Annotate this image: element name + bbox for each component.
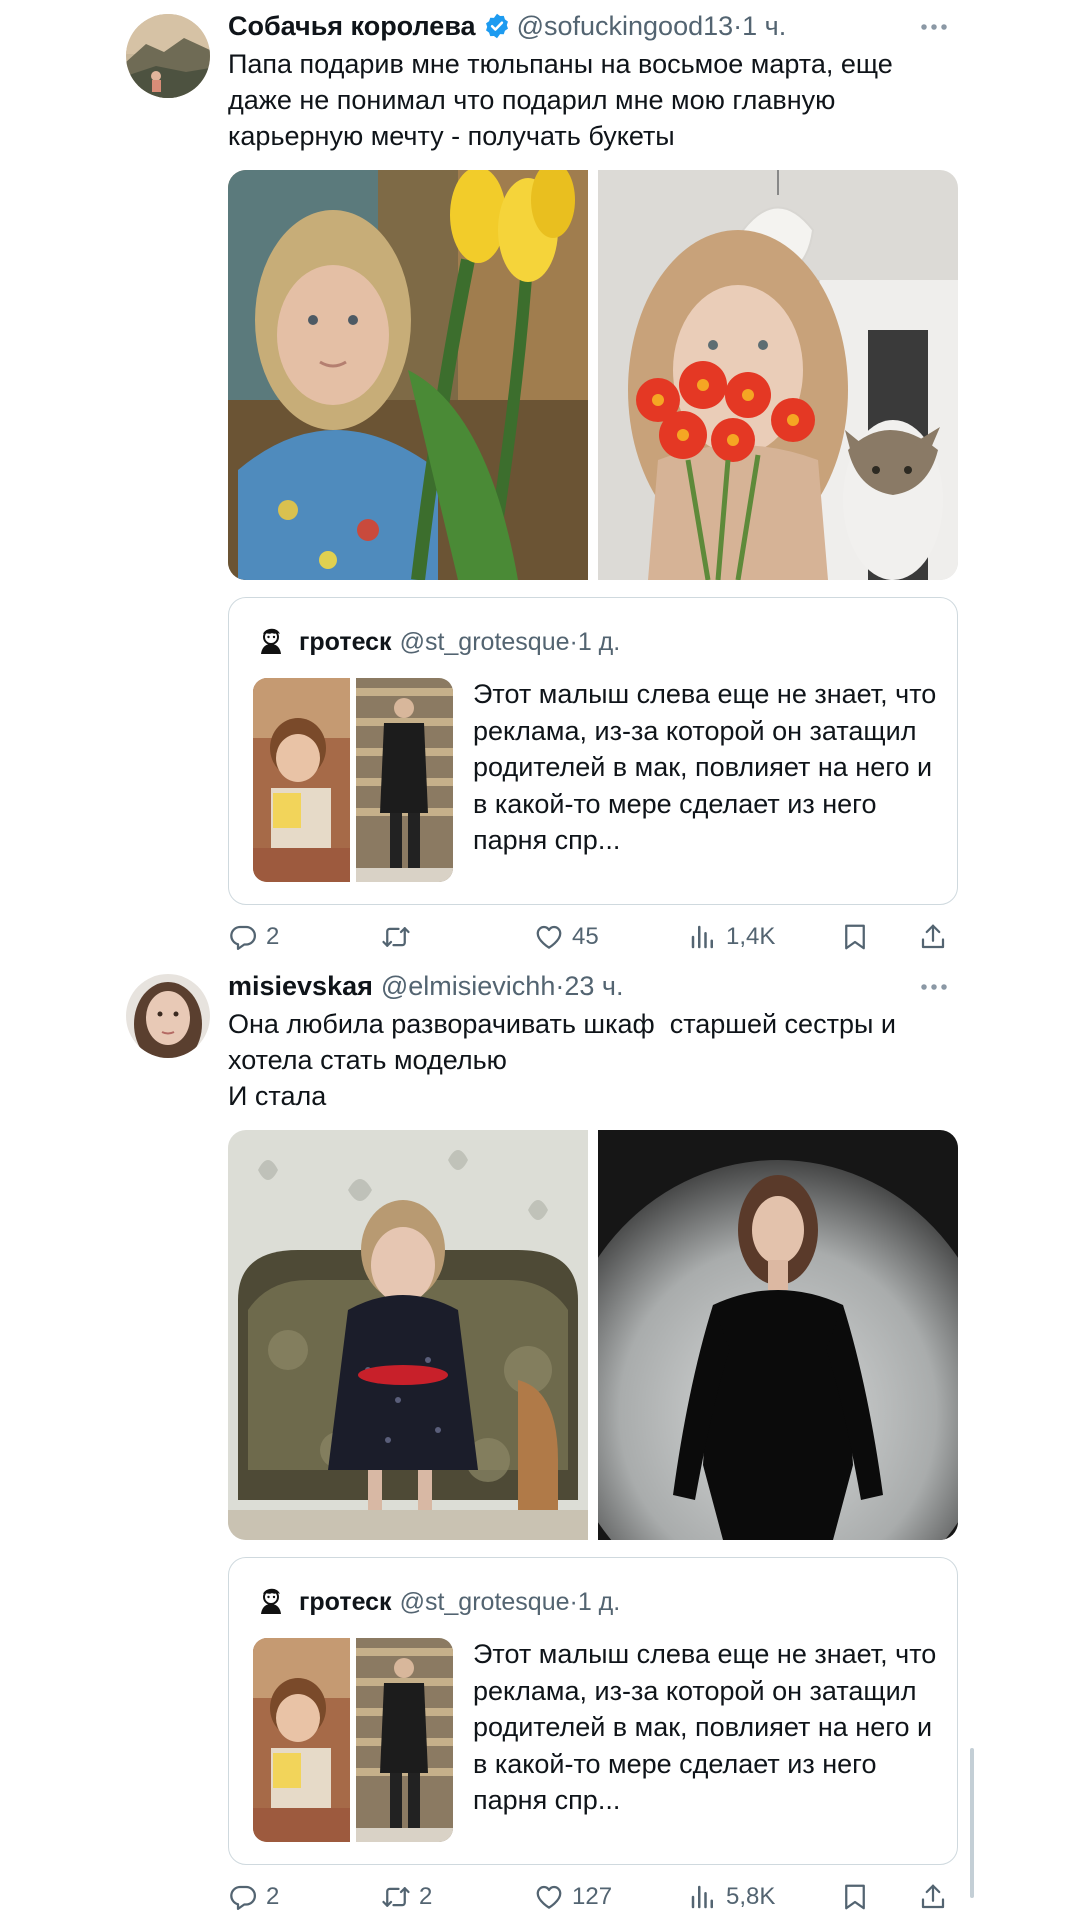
author-handle[interactable]: @elmisievichh [381,971,555,1002]
author-name[interactable]: misievskaя [228,971,373,1002]
quote-timestamp[interactable]: 1 д. [578,1588,620,1617]
share-icon [918,922,948,952]
photo[interactable] [228,1130,588,1540]
reply-icon [228,922,258,952]
bookmark-icon [840,1882,870,1912]
quote-text: Этот малыш слева еще не знает, что рекла… [473,679,937,855]
separator: · [569,1587,578,1616]
bookmark-button[interactable] [840,1877,870,1917]
like-icon [534,1882,564,1912]
quote-header: гротеск @st_grotesque · 1 д. [253,624,620,660]
views-button[interactable]: 1,4K [688,917,775,957]
quote-header: гротеск @st_grotesque · 1 д. [253,1584,620,1620]
verified-icon [483,12,511,40]
retweet-count: 2 [419,1883,433,1910]
quote-photo[interactable] [356,678,453,882]
reply-icon [228,1882,258,1912]
photo[interactable] [598,1130,958,1540]
views-icon [688,1882,718,1912]
bookmark-button[interactable] [840,917,870,957]
avatar[interactable] [126,974,210,1058]
avatar[interactable] [126,14,210,98]
timestamp[interactable]: 23 ч. [564,971,623,1002]
author-handle[interactable]: @sofuckingood13 [517,11,734,42]
quote-timestamp[interactable]: 1 д. [578,628,620,657]
retweet-button[interactable] [381,917,419,957]
media-grid [228,1130,958,1540]
tweet-header: misievskaя @elmisievichh · 23 ч. [228,966,980,1006]
share-icon [918,1882,948,1912]
like-icon [534,922,564,952]
author-name[interactable]: Собачья королева [228,11,476,42]
quote-tweet[interactable]: гротеск @st_grotesque · 1 д. Этот малыш … [228,1557,958,1865]
bookmark-icon [840,922,870,952]
quote-tweet[interactable]: гротеск @st_grotesque · 1 д. Этот малыш … [228,597,958,905]
share-button[interactable] [918,1877,948,1917]
views-button[interactable]: 5,8K [688,1877,775,1917]
quote-photo[interactable] [253,1638,350,1842]
reply-button[interactable]: 2 [228,1877,279,1917]
views-count: 5,8K [726,1883,776,1910]
scrollbar[interactable] [970,1748,974,1898]
separator: · [555,970,565,1001]
photo[interactable] [598,170,958,580]
reply-count: 2 [266,1883,280,1910]
tweet-header: Собачья королева @sofuckingood13 · 1 ч. [228,6,980,46]
quote-avatar[interactable] [253,624,289,660]
quote-avatar[interactable] [253,1584,289,1620]
quote-media [253,678,453,882]
tweet[interactable]: misievskaя @elmisievichh · 23 ч. Она люб… [0,960,1080,1920]
tweet-actions: 2 2 127 5,8K [228,1877,958,1917]
retweet-icon [381,922,411,952]
separator: · [733,10,743,41]
share-button[interactable] [918,917,948,957]
quote-author-handle[interactable]: @st_grotesque [400,628,570,657]
quote-author-name[interactable]: гротеск [299,1588,392,1617]
like-count: 127 [572,1883,613,1910]
quote-author-handle[interactable]: @st_grotesque [400,1588,570,1617]
retweet-icon [381,1882,411,1912]
like-button[interactable]: 127 [534,1877,612,1917]
like-button[interactable]: 45 [534,917,599,957]
reply-count: 2 [266,923,280,950]
views-count: 1,4K [726,923,776,950]
quote-media [253,1638,453,1842]
quote-text: Этот малыш слева еще не знает, что рекла… [473,1639,937,1815]
more-icon[interactable] [914,12,954,42]
like-count: 45 [572,923,599,950]
tweet-text: Она любила разворачивать шкаф старшей се… [228,1009,896,1111]
photo[interactable] [228,170,588,580]
media-grid [228,170,958,580]
more-icon[interactable] [914,972,954,1002]
tweet-text: Папа подарив мне тюльпаны на восьмое мар… [228,49,893,151]
timestamp[interactable]: 1 ч. [742,11,786,42]
quote-author-name[interactable]: гротеск [299,628,392,657]
views-icon [688,922,718,952]
tweet-actions: 2 45 1,4K [228,917,958,957]
quote-photo[interactable] [253,678,350,882]
quote-photo[interactable] [356,1638,453,1842]
retweet-button[interactable]: 2 [381,1877,432,1917]
tweet[interactable]: Собачья королева @sofuckingood13 · 1 ч. … [0,0,1080,960]
reply-button[interactable]: 2 [228,917,279,957]
separator: · [569,627,578,656]
